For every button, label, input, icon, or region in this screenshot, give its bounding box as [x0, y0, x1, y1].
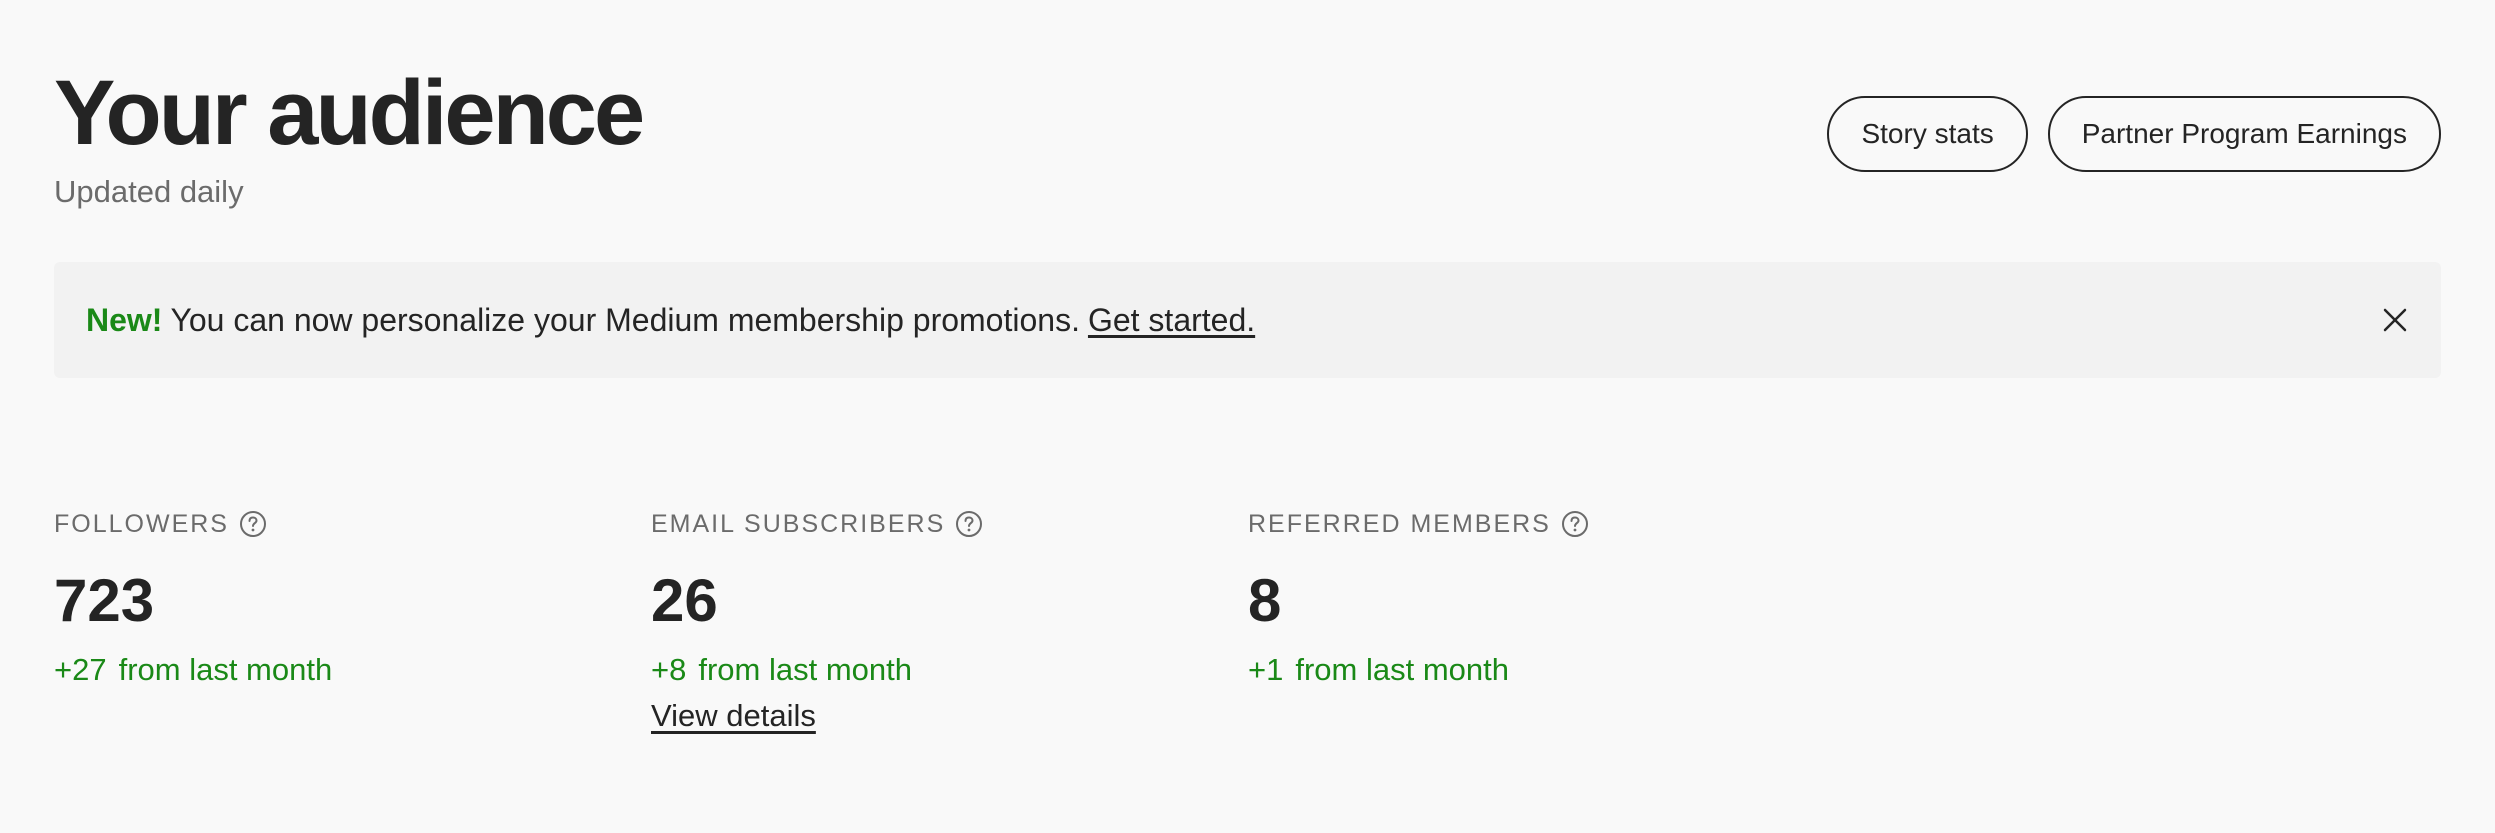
view-details-link[interactable]: View details	[651, 696, 816, 736]
page-subtitle: Updated daily	[54, 174, 244, 209]
stat-delta-followers: +27 from last month	[54, 650, 614, 690]
delta-number: +8	[651, 652, 687, 687]
stat-label-text: EMAIL SUBSCRIBERS	[651, 510, 946, 538]
header-actions: Story stats Partner Program Earnings	[1827, 96, 2441, 172]
banner-get-started-link[interactable]: Get started.	[1088, 302, 1255, 339]
help-icon[interactable]	[955, 510, 983, 538]
stat-label-followers: FOLLOWERS	[54, 508, 614, 540]
delta-number: +1	[1248, 652, 1284, 687]
stat-email-subscribers: EMAIL SUBSCRIBERS 26 +8 from last month V…	[651, 508, 1211, 736]
audience-stats: FOLLOWERS 723 +27 from last month EMAIL S…	[54, 508, 2441, 768]
help-icon[interactable]	[239, 510, 267, 538]
page-header: Your audience Updated daily Story stats …	[54, 0, 2441, 240]
help-icon[interactable]	[1561, 510, 1589, 538]
stat-label-text: FOLLOWERS	[54, 510, 229, 538]
promo-banner: New! You can now personalize your Medium…	[54, 262, 2441, 378]
stat-referred-members: REFERRED MEMBERS 8 +1 from last month	[1248, 508, 1808, 690]
stat-value-email-subscribers: 26	[651, 567, 718, 634]
audience-page: Your audience Updated daily Story stats …	[54, 0, 2441, 833]
delta-text: from last month	[698, 652, 912, 687]
stat-label-text: REFERRED MEMBERS	[1248, 510, 1551, 538]
page-title: Your audience	[54, 62, 645, 164]
stat-value-referred-members: 8	[1248, 567, 1282, 634]
stat-label-email-subscribers: EMAIL SUBSCRIBERS	[651, 508, 1211, 540]
banner-new-label: New!	[86, 301, 163, 338]
stat-label-referred-members: REFERRED MEMBERS	[1248, 508, 1808, 540]
delta-number: +27	[54, 652, 107, 687]
partner-program-earnings-button[interactable]: Partner Program Earnings	[2047, 96, 2441, 172]
banner-message: You can now personalize your Medium memb…	[170, 301, 1080, 338]
stat-delta-referred-members: +1 from last month	[1248, 650, 1808, 690]
story-stats-button[interactable]: Story stats	[1827, 96, 2028, 172]
stat-value-followers: 723	[54, 567, 155, 634]
delta-text: from last month	[118, 652, 333, 687]
stat-delta-email-subscribers: +8 from last month	[651, 650, 1211, 690]
close-icon[interactable]	[2375, 300, 2415, 340]
stat-followers: FOLLOWERS 723 +27 from last month	[54, 508, 614, 690]
delta-text: from last month	[1295, 652, 1509, 687]
